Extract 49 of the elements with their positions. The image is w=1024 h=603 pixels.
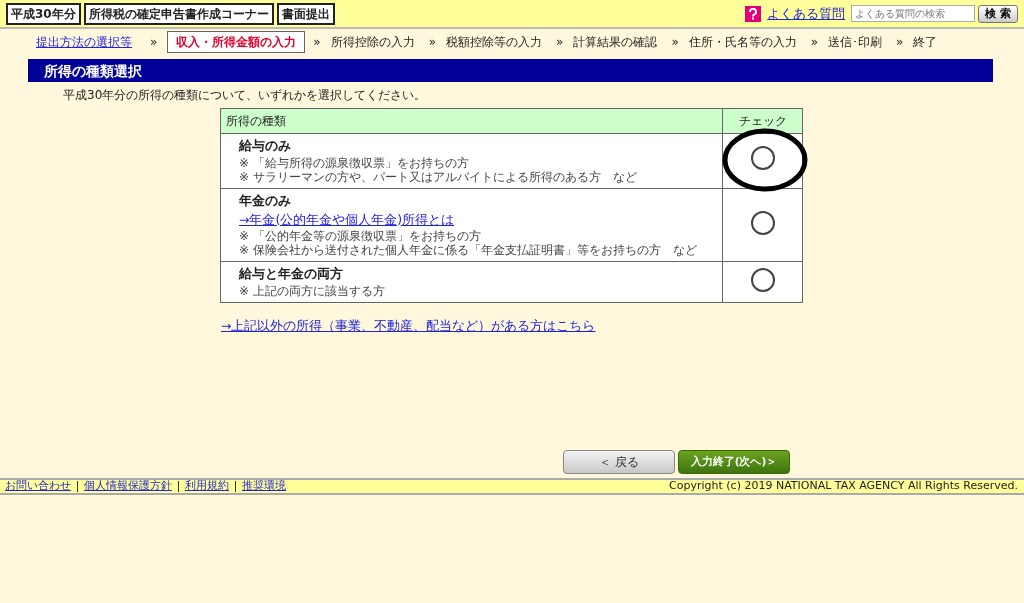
radio-button[interactable] <box>750 146 775 171</box>
step-separator: » <box>428 34 437 51</box>
footer-link[interactable]: 個人情報保護方針 <box>84 478 172 495</box>
search-field[interactable]: よくある質問の検索 <box>851 5 976 22</box>
copyright-text: Copyright (c) 2019 NATIONAL TAX AGENCY All Rights Reserved. <box>669 478 1018 494</box>
step-separator: » <box>671 34 679 51</box>
step-label: 送信･印刷 <box>828 34 883 51</box>
footer-link[interactable]: 推奨環境 <box>242 478 286 495</box>
column-header: チェック <box>722 108 803 134</box>
step-link[interactable]: 提出方法の選択等 <box>36 33 132 51</box>
step-separator: » <box>556 34 564 51</box>
radio-button[interactable] <box>750 210 775 235</box>
header-label: 平成30年分 <box>6 2 81 25</box>
other-income-link[interactable]: →上記以外の所得（事業、不動産、配当など）がある方はこちら <box>221 317 596 336</box>
link-separator <box>178 480 179 492</box>
section-title: 所得の種類選択 <box>28 59 993 82</box>
back-button[interactable]: ＜ 戻る <box>563 449 675 474</box>
note-text: ※ 上記の両方に該当する方 <box>239 284 386 298</box>
income-type-title: 年金のみ <box>239 191 292 210</box>
faq-link[interactable]: よくある質問 <box>767 3 846 24</box>
footer-link[interactable]: お問い合わせ <box>5 478 71 495</box>
help-icon <box>745 5 762 22</box>
step-label: 計算結果の確認 <box>573 34 658 51</box>
note-text: ※ 保険会社から送付された個人年金に係る「年金支払証明書」等をお持ちの方 など <box>239 243 698 258</box>
step-label: 終了 <box>913 34 938 51</box>
income-type-title: 給与のみ <box>239 137 292 155</box>
link-separator <box>235 480 236 492</box>
step-label: 所得控除の入力 <box>330 34 415 51</box>
link-separator <box>77 480 78 492</box>
instruction-text: 平成30年分の所得の種類について、いずれかを選択してください。 <box>63 87 428 104</box>
next-button[interactable]: 入力終了(次へ)＞ <box>678 449 790 474</box>
note-text: ※ 「給与所得の源泉徴収票」をお持ちの方 <box>239 155 470 170</box>
header-label: 所得税の確定申告書作成コーナー <box>83 2 274 25</box>
search-button[interactable]: 検 索 <box>978 4 1018 23</box>
info-link[interactable]: →年金(公的年金や個人年金)所得とは <box>239 210 455 230</box>
step-label: 税額控除等の入力 <box>446 34 543 51</box>
radio-button[interactable] <box>750 267 775 292</box>
footer-link[interactable]: 利用規約 <box>185 478 229 495</box>
note-text: ※ サラリーマンの方や、パート又はアルバイトによる所得のある方 など <box>239 169 638 184</box>
note-text: ※ 「公的年金等の源泉徴収票」をお持ちの方 <box>239 229 482 244</box>
step-separator: » <box>896 34 904 51</box>
step-separator: » <box>313 34 321 51</box>
income-type-title: 給与と年金の両方 <box>239 265 344 284</box>
step-separator: » <box>150 34 158 51</box>
step-separator: » <box>810 34 819 51</box>
step-label: 収入・所得金額の入力 <box>167 31 306 53</box>
header-label: 書面提出 <box>276 2 335 25</box>
step-label: 住所・氏名等の入力 <box>688 34 797 51</box>
column-header: 所得の種類 <box>220 108 723 134</box>
